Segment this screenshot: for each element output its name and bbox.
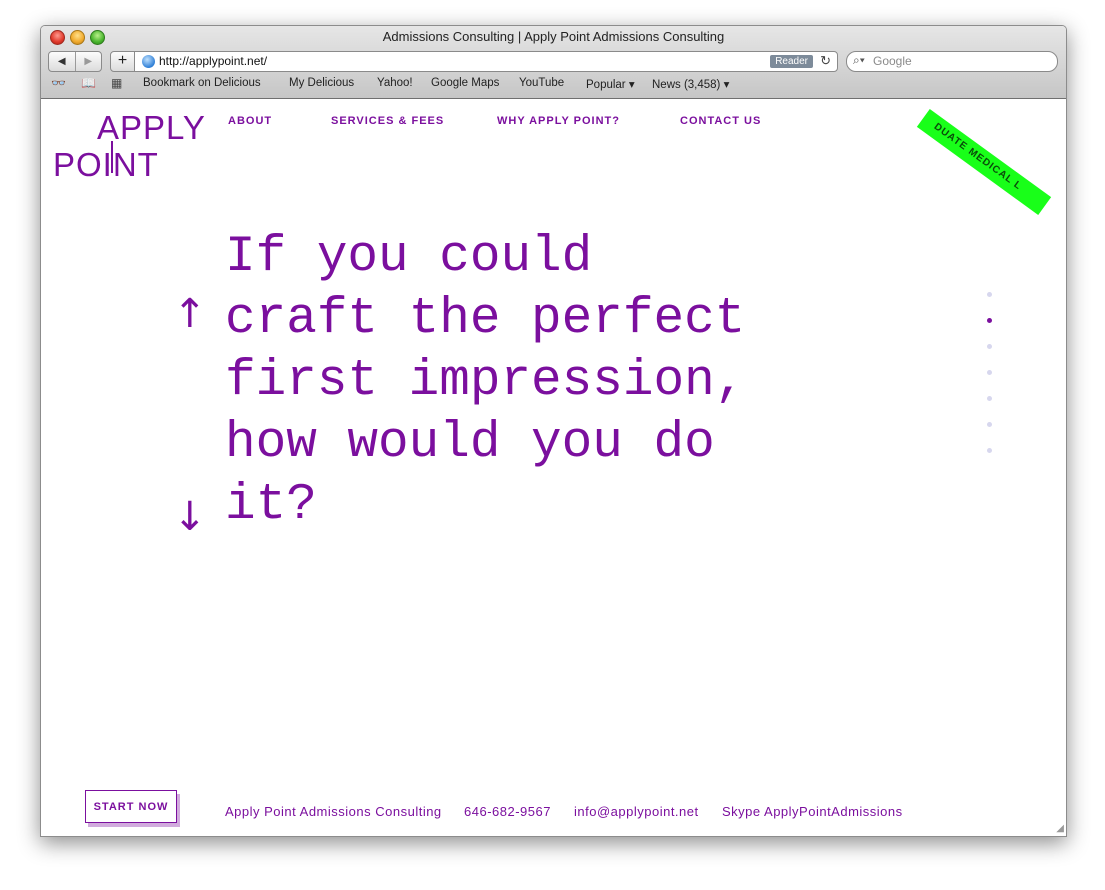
bookmarks-bar: 👓 📖 ▦ Bookmark on Delicious My Delicious… bbox=[41, 75, 1066, 95]
back-button[interactable]: ◀ bbox=[49, 52, 76, 71]
next-slide-arrow-icon[interactable]: ↓ bbox=[173, 494, 207, 540]
browser-chrome: Admissions Consulting | Apply Point Admi… bbox=[41, 26, 1066, 99]
nav-contact-us[interactable]: CONTACT US bbox=[680, 115, 761, 127]
history-buttons: ◀ ▶ bbox=[48, 51, 102, 72]
address-bar[interactable]: http://applypoint.net/ Reader ↻ bbox=[134, 51, 838, 72]
reading-list-icon[interactable]: 👓 bbox=[51, 76, 66, 90]
nav-services-fees[interactable]: SERVICES & FEES bbox=[331, 115, 444, 127]
bookmark-news-menu[interactable]: News (3,458) ▾ bbox=[652, 77, 729, 91]
bookmark-my-delicious[interactable]: My Delicious bbox=[289, 77, 354, 89]
nav-about[interactable]: ABOUT bbox=[228, 115, 272, 127]
bookmark-popular-menu[interactable]: Popular ▾ bbox=[586, 77, 635, 91]
globe-icon bbox=[142, 55, 155, 68]
slide-dot[interactable] bbox=[987, 292, 992, 297]
search-field[interactable]: ⌕▾ Google bbox=[846, 51, 1058, 72]
slide-dot[interactable] bbox=[987, 370, 992, 375]
footer-company-name: Apply Point Admissions Consulting bbox=[225, 804, 442, 819]
bookmarks-book-icon[interactable]: 📖 bbox=[81, 76, 96, 90]
url-text[interactable]: http://applypoint.net/ bbox=[159, 54, 267, 68]
footer-phone[interactable]: 646-682-9567 bbox=[464, 804, 551, 819]
footer-skype[interactable]: Skype ApplyPointAdmissions bbox=[722, 804, 903, 819]
bookmark-youtube[interactable]: YouTube bbox=[519, 77, 564, 89]
start-now-button[interactable]: START NOW bbox=[85, 790, 177, 823]
slide-dot[interactable] bbox=[987, 422, 992, 427]
search-icon: ⌕▾ bbox=[853, 53, 865, 67]
nav-why-apply-point[interactable]: WHY APPLY POINT? bbox=[497, 115, 620, 127]
slide-dot[interactable] bbox=[987, 318, 992, 323]
slide-dot[interactable] bbox=[987, 396, 992, 401]
slide-dot[interactable] bbox=[987, 344, 992, 349]
previous-slide-arrow-icon[interactable]: ↑ bbox=[173, 291, 207, 337]
search-placeholder: Google bbox=[873, 54, 912, 68]
slide-dot[interactable] bbox=[987, 448, 992, 453]
top-sites-grid-icon[interactable]: ▦ bbox=[111, 76, 122, 90]
forward-button[interactable]: ▶ bbox=[76, 52, 102, 71]
web-page: APPLY POINT ABOUT SERVICES & FEES WHY AP… bbox=[41, 99, 1066, 836]
window-title: Admissions Consulting | Apply Point Admi… bbox=[382, 29, 725, 44]
logo-apply-text[interactable]: APPLY bbox=[97, 109, 206, 147]
footer-email-link[interactable]: info@applypoint.net bbox=[574, 804, 699, 819]
reload-icon[interactable]: ↻ bbox=[820, 53, 831, 69]
reader-button[interactable]: Reader bbox=[770, 55, 813, 68]
logo-point-text[interactable]: POINT bbox=[53, 146, 159, 184]
add-bookmark-button[interactable]: + bbox=[110, 51, 135, 72]
browser-window: Admissions Consulting | Apply Point Admi… bbox=[40, 25, 1067, 837]
resize-grip-icon[interactable]: ◢ bbox=[1056, 823, 1064, 834]
bookmark-yahoo[interactable]: Yahoo! bbox=[377, 77, 413, 89]
bookmark-delicious[interactable]: Bookmark on Delicious bbox=[143, 77, 261, 89]
hero-headline: If you could craft the perfect first imp… bbox=[225, 229, 746, 534]
program-ribbon[interactable]: DUATE MEDICAL L bbox=[916, 109, 1052, 215]
bookmark-google-maps[interactable]: Google Maps bbox=[431, 77, 499, 89]
